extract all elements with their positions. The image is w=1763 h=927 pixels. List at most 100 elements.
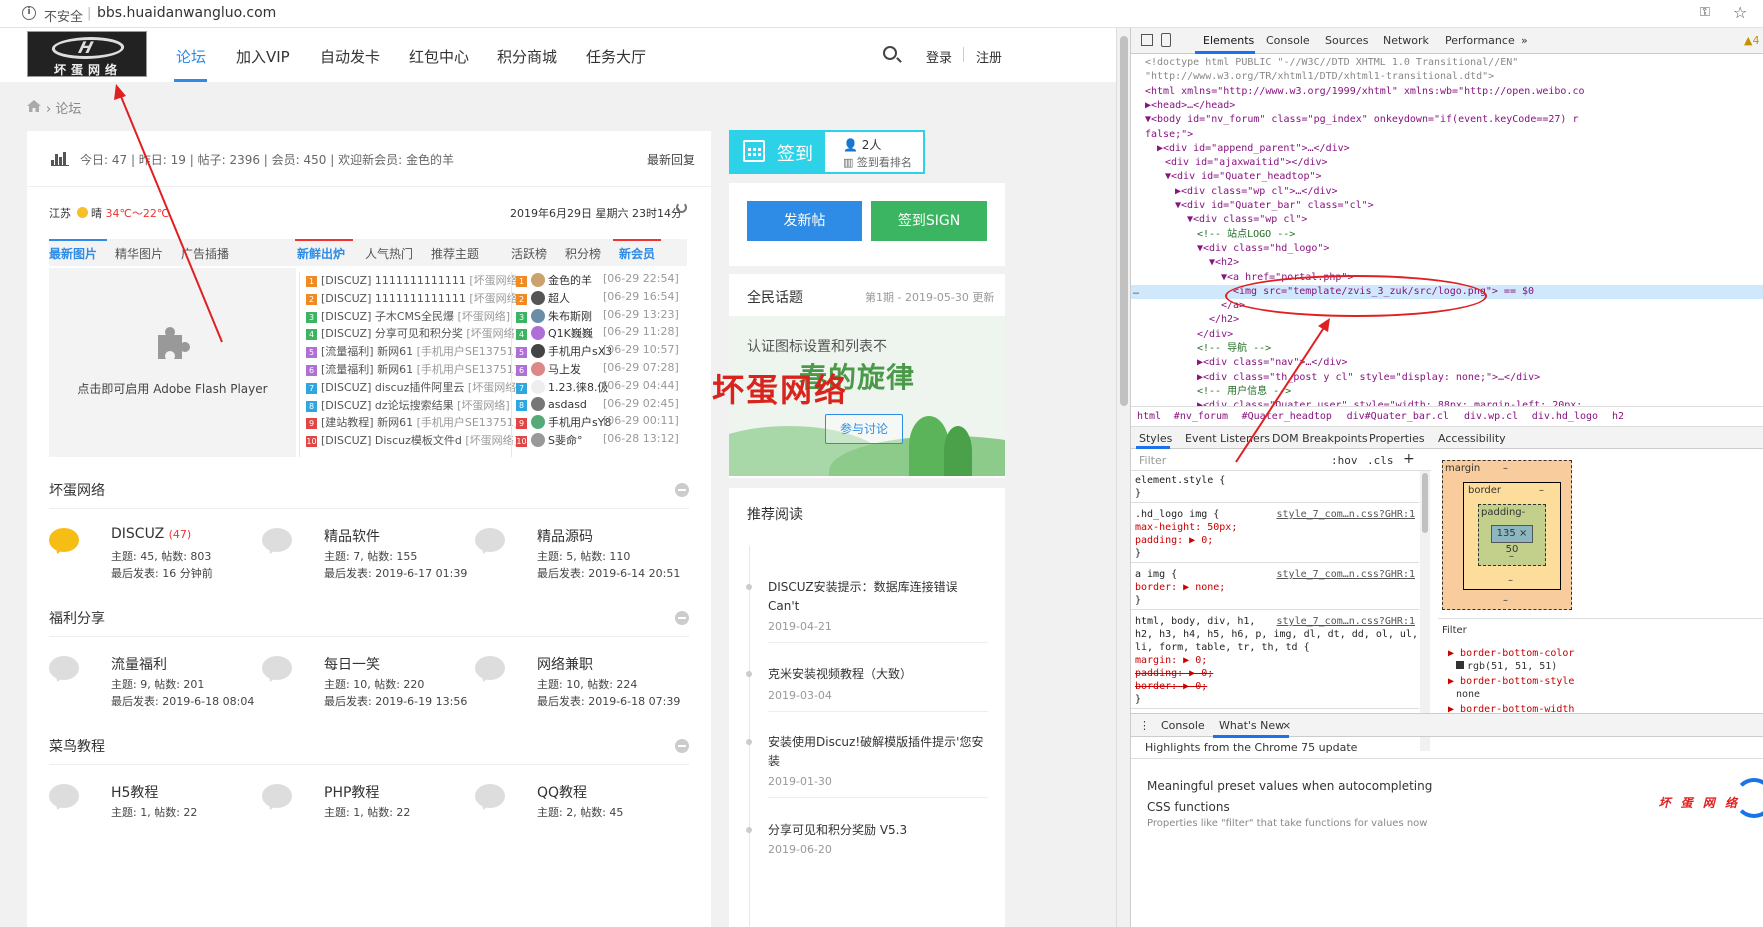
nav-forum[interactable]: 论坛 xyxy=(176,46,206,67)
tab-sources[interactable]: Sources xyxy=(1325,34,1369,47)
dom-line[interactable]: ▶<div class="th_post y cl" style="displa… xyxy=(1197,371,1540,385)
member-name[interactable]: 手机用户sY8 xyxy=(548,416,611,429)
avatar[interactable] xyxy=(531,415,545,430)
computed-prop[interactable]: ▶ border-bottom-style xyxy=(1448,676,1574,687)
reading-title[interactable]: 克米安装视频教程（大致） xyxy=(768,665,988,684)
style-line[interactable]: } xyxy=(1135,595,1141,606)
breadcrumb-item[interactable]: div.wp.cl xyxy=(1464,411,1518,422)
member-name[interactable]: 马上发 xyxy=(548,363,581,376)
member-row[interactable]: 6 马上发 [06-29 07:28] xyxy=(516,361,688,379)
forum-item[interactable]: QQ教程 主题: 2, 帖数: 45 xyxy=(475,782,685,844)
address-bar[interactable]: i 不安全 | bbs.huaidanwangluo.com ⚿ ☆ xyxy=(0,0,1763,28)
tab-elements[interactable]: Elements xyxy=(1203,34,1254,47)
avatar[interactable] xyxy=(531,362,545,376)
member-name[interactable]: S斐命° xyxy=(548,434,582,447)
forum-name[interactable]: 精品软件 xyxy=(324,526,380,546)
forum-name[interactable]: PHP教程 xyxy=(324,782,379,802)
stylesheet-link[interactable]: style_7_com…n.css?GHR:1 xyxy=(1277,616,1415,627)
collapse-icon[interactable] xyxy=(675,739,689,753)
tab-latest-images[interactable]: 最新图片 xyxy=(49,245,97,262)
breadcrumb-item[interactable]: div#Quater_bar.cl xyxy=(1347,411,1449,422)
search-icon[interactable] xyxy=(883,46,897,60)
subtab-properties[interactable]: Properties xyxy=(1369,432,1425,445)
computed-prop[interactable]: ▶ border-bottom-color xyxy=(1448,648,1574,659)
dom-line[interactable]: </div> xyxy=(1197,328,1233,342)
drawer-menu-icon[interactable]: ⋮ xyxy=(1139,719,1150,732)
forum-item[interactable]: 精品源码 主题: 5, 帖数: 110 最后发表: 2019-6-14 20:51 xyxy=(475,526,685,588)
flash-placeholder[interactable]: 点击即可启用 Adobe Flash Player xyxy=(49,268,296,457)
member-name[interactable]: 金色的羊 xyxy=(548,274,592,287)
forum-name[interactable]: QQ教程 xyxy=(537,782,587,802)
info-icon[interactable]: i xyxy=(22,6,36,20)
style-line[interactable]: border: ▶ none; xyxy=(1135,582,1225,593)
dom-line[interactable]: <!-- 站点LOGO --> xyxy=(1197,228,1295,242)
dom-line[interactable]: ▶<div class="nav">…</div> xyxy=(1197,356,1348,370)
forum-item[interactable]: 流量福利 主题: 9, 帖数: 201 最后发表: 2019-6-18 08:04 xyxy=(49,654,259,716)
subtab-event-listeners[interactable]: Event Listeners xyxy=(1185,432,1270,445)
style-line[interactable]: padding: ▶ 0; xyxy=(1135,535,1213,546)
forum-name[interactable]: 流量福利 xyxy=(111,654,167,674)
styles-scrollbar[interactable] xyxy=(1420,471,1430,751)
style-line[interactable]: .hd_logo img { xyxy=(1135,509,1219,520)
new-post-button[interactable]: 发新帖 xyxy=(747,201,862,241)
nav-vip[interactable]: 加入VIP xyxy=(236,46,290,67)
reading-title[interactable]: 分享可见和积分奖励 V5.3 xyxy=(768,821,988,840)
hov-toggle[interactable]: :hov xyxy=(1331,454,1358,467)
forum-item[interactable]: H5教程 主题: 1, 帖数: 22 xyxy=(49,782,259,844)
style-line[interactable]: a img { xyxy=(1135,569,1177,580)
member-row[interactable]: 4 Q1K巍巍 [06-29 11:28] xyxy=(516,325,688,343)
breadcrumb-item[interactable]: html xyxy=(1137,411,1161,422)
forum-item[interactable]: PHP教程 主题: 1, 帖数: 22 xyxy=(262,782,472,844)
member-row[interactable]: 2 超人 [06-29 16:54] xyxy=(516,290,688,308)
thread-title[interactable]: [DISCUZ] discuz插件阿里云 xyxy=(321,381,464,394)
login-link[interactable]: 登录 xyxy=(926,47,952,66)
styles-filter[interactable]: Filter :hov .cls + xyxy=(1131,449,1431,471)
thread-row[interactable]: 8 [DISCUZ] dz论坛搜索结果 [坏蛋网络] xyxy=(306,397,516,415)
dom-line[interactable]: <div id="ajaxwaitid"></div> xyxy=(1165,156,1328,170)
subtab-dom-breakpoints[interactable]: DOM Breakpoints xyxy=(1272,432,1368,445)
style-line[interactable]: margin: ▶ 0; xyxy=(1135,655,1207,666)
forum-name[interactable]: DISCUZ (47) xyxy=(111,526,191,542)
stylesheet-link[interactable]: style_7_com…n.css?GHR:1 xyxy=(1277,569,1415,580)
style-line[interactable]: max-height: 50px; xyxy=(1135,522,1237,533)
device-toolbar-icon[interactable] xyxy=(1161,33,1171,47)
thread-title[interactable]: [DISCUZ] 分享可见和积分奖 xyxy=(321,327,463,340)
dom-line[interactable]: ▶<div id="append_parent">…</div> xyxy=(1157,142,1350,156)
thread-title[interactable]: [DISCUZ] 1111111111111 xyxy=(321,292,466,305)
dom-line[interactable]: </h2> xyxy=(1209,313,1239,327)
nav-auto-card[interactable]: 自动发卡 xyxy=(320,46,380,67)
forum-name[interactable]: 精品源码 xyxy=(537,526,593,546)
style-line[interactable]: li, form, table, tr, th, td { xyxy=(1135,642,1310,653)
sign-rank-link[interactable]: ▥ 签到看排名 xyxy=(843,154,912,170)
style-line[interactable]: element.style { xyxy=(1135,475,1225,486)
style-line[interactable]: padding: ▶ 0; xyxy=(1135,668,1213,679)
avatar[interactable] xyxy=(531,290,545,305)
style-line[interactable]: border: ▶ 0; xyxy=(1135,681,1207,692)
dom-line[interactable]: ▶<head>…</head> xyxy=(1145,99,1235,113)
thread-row[interactable]: 1 [DISCUZ] 1111111111111 [坏蛋网络] xyxy=(306,272,516,290)
breadcrumb-item[interactable]: #nv_forum xyxy=(1174,411,1228,422)
tab-points-rank[interactable]: 积分榜 xyxy=(565,245,601,262)
dom-line[interactable]: <!-- 导航 --> xyxy=(1197,342,1271,356)
nav-task-hall[interactable]: 任务大厅 xyxy=(586,46,646,67)
sign-button[interactable]: 签到SIGN xyxy=(871,201,987,241)
reading-title[interactable]: 安装使用Discuz!破解模版插件提示'您安装 xyxy=(768,733,988,771)
thread-row[interactable]: 9 [建站教程] 新网61 [手机用户SE13751] xyxy=(306,414,516,432)
dom-line[interactable]: ▼<div class="hd_logo"> xyxy=(1197,242,1329,256)
thread-title[interactable]: [流量福利] 新网61 xyxy=(321,363,413,376)
breadcrumb-item[interactable]: #Quater_headtop xyxy=(1242,411,1332,422)
thread-title[interactable]: [DISCUZ] 1111111111111 xyxy=(321,274,466,287)
warnings-badge[interactable]: ▲4 xyxy=(1744,34,1759,47)
avatar[interactable] xyxy=(531,344,545,359)
member-row[interactable]: 3 朱布斯刚 [06-29 13:23] xyxy=(516,308,688,326)
tab-console[interactable]: Console xyxy=(1266,34,1310,47)
new-rule-button[interactable]: + xyxy=(1403,451,1415,467)
member-name[interactable]: asdasd xyxy=(548,398,587,411)
member-name[interactable]: 1.23.徕8.伋 xyxy=(548,381,608,394)
style-line[interactable]: } xyxy=(1135,694,1141,705)
member-row[interactable]: 8 asdasd [06-29 02:45] xyxy=(516,396,688,415)
filter-input[interactable]: Filter xyxy=(1139,454,1166,467)
register-link[interactable]: 注册 xyxy=(976,47,1002,66)
member-row[interactable]: 7 1.23.徕8.伋 [06-29 04:44] xyxy=(516,379,688,397)
dom-line[interactable]: ▶<div class="wp cl">…</div> xyxy=(1175,185,1338,199)
